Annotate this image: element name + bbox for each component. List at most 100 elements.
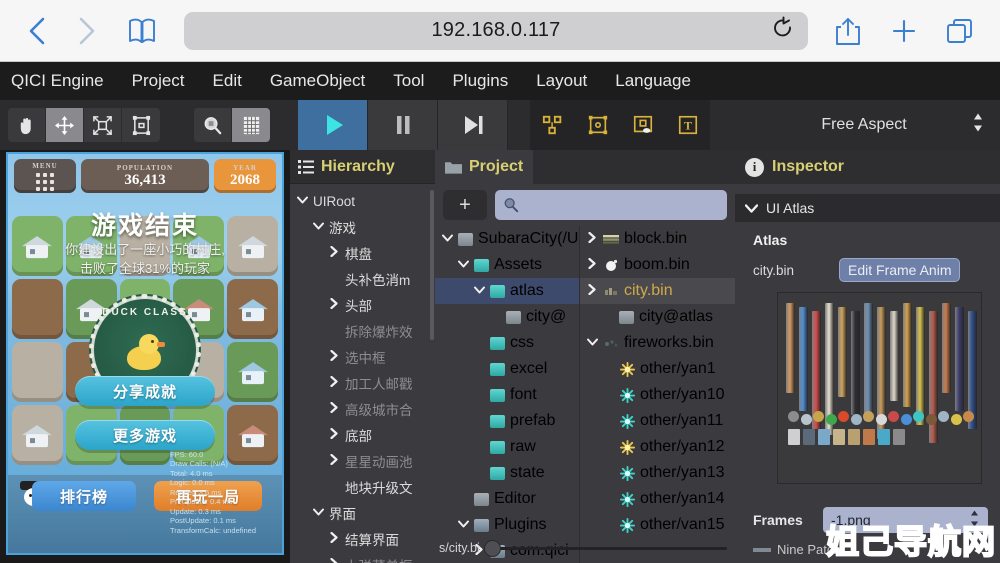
chevron-right-icon[interactable] [586, 283, 598, 298]
scale-tool[interactable] [84, 108, 122, 142]
project-tree-item[interactable]: other/yan10 [580, 382, 735, 408]
chevron-down-icon[interactable] [457, 259, 469, 271]
menu-item-language[interactable]: Language [601, 62, 705, 100]
menu-item-tool[interactable]: Tool [379, 62, 438, 100]
project-tree-item[interactable]: Editor [435, 486, 579, 512]
tile[interactable] [227, 279, 278, 339]
grid-tool[interactable] [232, 108, 270, 142]
ui-atlas-section-header[interactable]: UI Atlas [735, 194, 1000, 222]
bounds-gizmo[interactable] [575, 100, 620, 150]
menu-item-project[interactable]: Project [118, 62, 199, 100]
chevron-right-icon[interactable] [328, 453, 340, 468]
chevron-right-icon[interactable] [586, 257, 598, 272]
hierarchy-node[interactable]: 拆除爆炸效 [290, 318, 435, 344]
hierarchy-node[interactable]: 游戏 [290, 214, 435, 240]
tile[interactable] [227, 342, 278, 402]
chevron-right-icon[interactable] [328, 349, 340, 364]
project-tree-item[interactable]: state [435, 460, 579, 486]
hierarchy-node[interactable]: 界面 [290, 500, 435, 526]
project-tree-item[interactable]: other/yan13 [580, 460, 735, 486]
new-tab-button[interactable] [878, 9, 930, 53]
play-button[interactable] [298, 100, 368, 150]
project-tree-item[interactable]: city.bin [580, 278, 735, 304]
chevron-right-icon[interactable] [328, 531, 340, 546]
project-tree-item[interactable]: city@ [435, 304, 579, 330]
project-tree-item[interactable]: excel [435, 356, 579, 382]
project-tree-item[interactable]: boom.bin [580, 252, 735, 278]
scrollbar-knob[interactable] [483, 539, 501, 557]
project-tree-item[interactable]: prefab [435, 408, 579, 434]
hierarchy-node[interactable]: 星星动画池 [290, 448, 435, 474]
project-tree-item[interactable]: Assets [435, 252, 579, 278]
search-input[interactable] [495, 190, 727, 220]
hierarchy-node[interactable]: 棋盘 [290, 240, 435, 266]
tab-hierarchy[interactable]: Hierarchy [290, 150, 435, 184]
zoom-tool[interactable] [194, 108, 232, 142]
hierarchy-tree[interactable]: UIRoot 游戏 棋盘 头补色消m 头部 拆除爆炸效 选中框 加工人邮戳 高级城市合 底部 星星动… [290, 184, 435, 563]
edit-frame-anim-button[interactable]: Edit Frame Anim [839, 258, 961, 282]
anchor-gizmo[interactable] [620, 100, 665, 150]
menu-item-layout[interactable]: Layout [522, 62, 601, 100]
project-tree-item[interactable]: block.bin [580, 226, 735, 252]
project-tree-item[interactable]: css [435, 330, 579, 356]
project-tree-right[interactable]: block.bin boom.bin city.bin city@atlas firew… [580, 226, 735, 563]
chevron-right-icon[interactable] [328, 297, 340, 312]
chevron-down-icon[interactable] [296, 195, 308, 207]
horizontal-scrollbar[interactable] [483, 539, 727, 557]
chevron-right-icon[interactable] [328, 427, 340, 442]
project-tree-item[interactable]: other/yan12 [580, 434, 735, 460]
nodes-gizmo[interactable] [530, 100, 575, 150]
move-tool[interactable] [46, 108, 84, 142]
step-button[interactable] [438, 100, 508, 150]
hierarchy-scrollbar[interactable] [430, 190, 434, 340]
chevron-down-icon[interactable] [312, 221, 324, 233]
game-canvas[interactable]: MENU POPULATION 36,413 YEAR 2068 游戏结束 你建… [6, 152, 284, 555]
project-tree-item[interactable]: font [435, 382, 579, 408]
hierarchy-node[interactable]: 头补色消m [290, 266, 435, 292]
chevron-down-icon[interactable] [312, 507, 324, 519]
hierarchy-node[interactable]: 头部 [290, 292, 435, 318]
show-tabs-button[interactable] [934, 9, 986, 53]
rect-tool[interactable] [122, 108, 160, 142]
chevron-right-icon[interactable] [328, 245, 340, 260]
pause-button[interactable] [368, 100, 438, 150]
chevron-right-icon[interactable] [586, 231, 598, 246]
forward-button[interactable] [64, 9, 110, 53]
game-menu-button[interactable]: MENU [14, 159, 76, 193]
hierarchy-node[interactable]: UIRoot [290, 188, 435, 214]
tab-project[interactable]: Project [435, 150, 534, 184]
chevron-right-icon[interactable] [328, 557, 340, 563]
tile[interactable] [12, 405, 63, 465]
text-gizmo[interactable]: T [665, 100, 710, 150]
hand-tool[interactable] [8, 108, 46, 142]
chevron-down-icon[interactable] [441, 233, 453, 245]
project-tree-left[interactable]: SubaraCity(/U Assets atlas city@ css excel fon… [435, 226, 580, 563]
share-button[interactable] [822, 9, 874, 53]
menu-item-gameobject[interactable]: GameObject [256, 62, 379, 100]
back-button[interactable] [14, 9, 60, 53]
chevron-right-icon[interactable] [328, 401, 340, 416]
project-tree-item[interactable]: other/yan14 [580, 486, 735, 512]
chevron-right-icon[interactable] [328, 375, 340, 390]
hierarchy-node[interactable]: 上弹菜单框 [290, 552, 435, 563]
chevron-down-icon[interactable] [586, 337, 598, 349]
tab-inspector[interactable]: i Inspector [735, 150, 1000, 184]
hierarchy-node[interactable]: 地块升级文 [290, 474, 435, 500]
project-tree-item[interactable]: other/yan1 [580, 356, 735, 382]
tile[interactable] [12, 279, 63, 339]
aspect-ratio-selector[interactable]: Free Aspect [728, 100, 1000, 150]
menu-item-qici-engine[interactable]: QICI Engine [0, 62, 118, 100]
share-achievement-button[interactable]: 分享成就 [75, 376, 215, 406]
game-view[interactable]: MENU POPULATION 36,413 YEAR 2068 游戏结束 你建… [0, 150, 290, 563]
reload-button[interactable] [772, 16, 794, 45]
hierarchy-node[interactable]: 高级城市合 [290, 396, 435, 422]
project-tree-item[interactable]: SubaraCity(/U [435, 226, 579, 252]
atlas-preview[interactable] [777, 292, 982, 484]
project-tree-item[interactable]: fireworks.bin [580, 330, 735, 356]
chevron-down-icon[interactable] [457, 519, 469, 531]
hierarchy-node[interactable]: 加工人邮戳 [290, 370, 435, 396]
bookmarks-button[interactable] [114, 9, 170, 53]
add-asset-button[interactable]: + [443, 190, 487, 220]
more-games-button[interactable]: 更多游戏 [75, 420, 215, 450]
menu-item-plugins[interactable]: Plugins [438, 62, 522, 100]
